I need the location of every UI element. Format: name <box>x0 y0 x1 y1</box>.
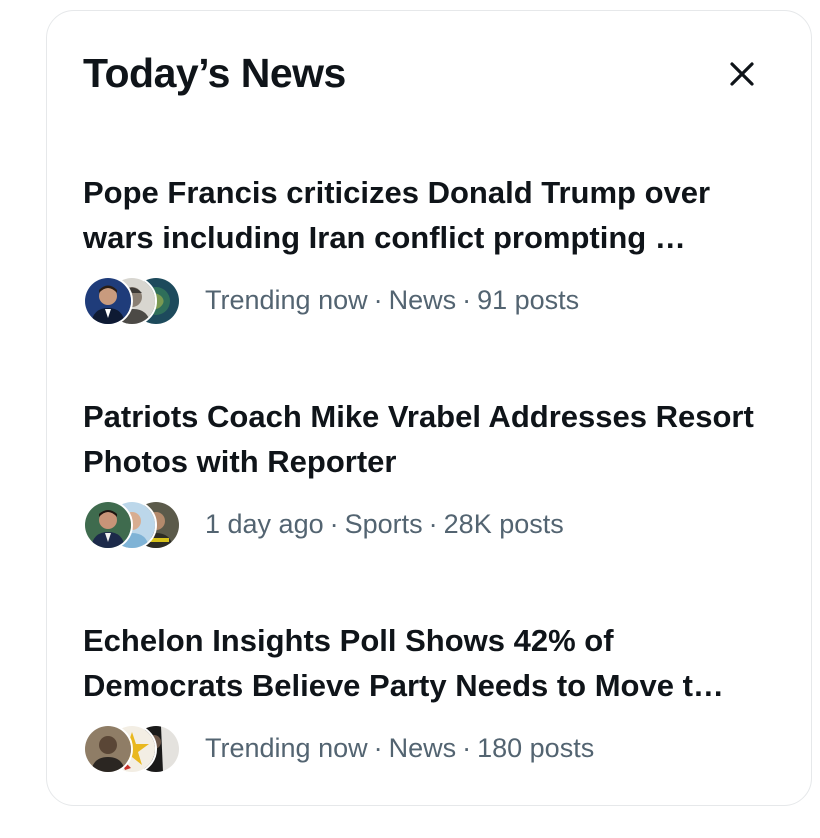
story-meta: 1 day ago · Sports · 28K posts <box>83 498 773 550</box>
close-button[interactable] <box>721 53 763 95</box>
story-category: News <box>388 732 457 763</box>
story-headline[interactable]: Echelon Insights Poll Shows 42% of Democ… <box>83 618 773 708</box>
meta-separator: · <box>373 284 383 315</box>
todays-news-panel: Today’s News Pope Francis criticizes Don… <box>46 10 812 806</box>
story-time: 1 day ago <box>205 508 324 539</box>
meta-separator: · <box>428 508 438 539</box>
story-time: Trending now <box>205 732 368 763</box>
story-time: Trending now <box>205 284 368 315</box>
story-category: News <box>388 284 457 315</box>
avatar <box>83 276 133 326</box>
story-post-count: 180 posts <box>477 732 595 763</box>
story-meta-text: Trending now · News · 91 posts <box>205 285 579 316</box>
news-story[interactable]: Patriots Coach Mike Vrabel Addresses Res… <box>83 394 773 550</box>
avatar-stack <box>83 498 187 550</box>
panel-title: Today’s News <box>83 50 346 96</box>
meta-separator: · <box>462 284 472 315</box>
story-meta: Trending now · News · 91 posts <box>83 274 773 326</box>
story-headline[interactable]: Patriots Coach Mike Vrabel Addresses Res… <box>83 394 773 484</box>
meta-separator: · <box>373 732 383 763</box>
story-headline[interactable]: Pope Francis criticizes Donald Trump ove… <box>83 170 773 260</box>
avatar-stack <box>83 722 187 774</box>
avatar <box>83 724 133 774</box>
avatar-stack <box>83 274 187 326</box>
meta-separator: · <box>462 732 472 763</box>
avatar <box>83 500 133 550</box>
story-post-count: 91 posts <box>477 284 580 315</box>
story-post-count: 28K posts <box>443 508 564 539</box>
meta-separator: · <box>329 508 339 539</box>
story-meta-text: Trending now · News · 180 posts <box>205 733 594 764</box>
news-story[interactable]: Pope Francis criticizes Donald Trump ove… <box>83 170 773 326</box>
story-meta-text: 1 day ago · Sports · 28K posts <box>205 509 564 540</box>
news-story[interactable]: Echelon Insights Poll Shows 42% of Democ… <box>83 618 773 774</box>
story-meta: Trending now · News · 180 posts <box>83 722 773 774</box>
story-category: Sports <box>344 508 423 539</box>
close-icon <box>730 62 754 86</box>
